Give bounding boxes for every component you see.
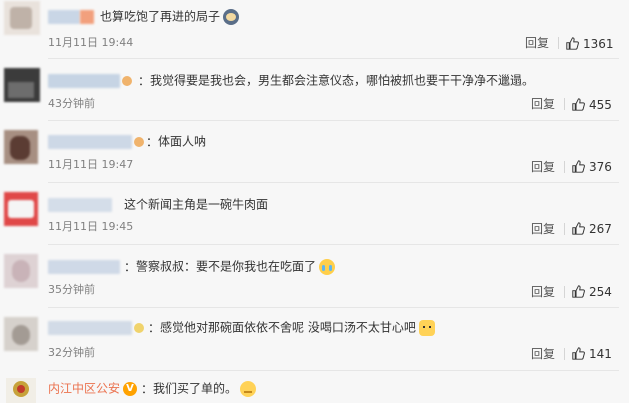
divider <box>48 244 619 245</box>
thumbs-up-icon <box>572 347 585 360</box>
username[interactable] <box>80 9 94 24</box>
cat-face-emoji <box>418 319 435 336</box>
comment-line: 也算吃饱了再进的局子 <box>48 8 240 25</box>
comment-text: 也算吃饱了再进的局子 <box>100 9 221 24</box>
like-count: 1361 <box>583 37 614 51</box>
divider <box>48 307 619 308</box>
badge-icon <box>134 136 144 147</box>
comment-time: 32分钟前 <box>48 346 95 359</box>
comment-text: 这个新闻主角是一碗牛肉面 <box>124 197 269 212</box>
comment-text: 警察叔叔：要不是你我也在吃面了 <box>136 259 317 274</box>
username[interactable] <box>48 197 112 212</box>
like-button[interactable]: 267 <box>572 222 612 236</box>
username[interactable]: 内江中区公安 <box>48 382 120 396</box>
comment-text: 感觉他对那碗面依依不舍呢 没喝口汤不太甘心吧 <box>160 320 416 335</box>
username[interactable] <box>48 259 120 274</box>
divider <box>48 58 619 59</box>
avatar[interactable] <box>4 192 38 226</box>
divider <box>564 348 565 360</box>
comment-text: 我们买了单的。 <box>153 381 238 396</box>
divider <box>48 370 619 371</box>
like-button[interactable]: 455 <box>572 98 612 112</box>
reply-button[interactable]: 回复 <box>525 36 549 50</box>
comment-time: 11月11日 19:45 <box>48 220 134 233</box>
badge-icon <box>134 322 144 333</box>
like-count: 376 <box>589 160 612 174</box>
thumbs-up-icon <box>572 285 585 298</box>
thumbs-up-icon <box>572 222 585 235</box>
avatar[interactable] <box>4 68 40 102</box>
username[interactable] <box>48 134 132 149</box>
smirk-face-emoji <box>240 380 257 397</box>
like-count: 141 <box>589 347 612 361</box>
like-count: 254 <box>589 285 612 299</box>
thumbs-up-icon <box>566 37 579 50</box>
comment-line: ：体面人呐 <box>48 133 206 150</box>
avatar[interactable] <box>6 378 36 403</box>
comment-line: 内江中区公安 V ：我们买了单的。 <box>48 380 257 397</box>
username[interactable] <box>48 320 132 335</box>
reply-button[interactable]: 回复 <box>531 222 555 236</box>
divider <box>48 182 619 183</box>
comment-line: 这个新闻主角是一碗牛肉面 <box>48 196 268 213</box>
divider <box>48 120 619 121</box>
thumbs-up-icon <box>572 160 585 173</box>
avatar[interactable] <box>4 317 38 351</box>
thumbs-up-icon <box>572 98 585 111</box>
crying-face-emoji <box>319 258 336 275</box>
like-button[interactable]: 254 <box>572 285 612 299</box>
verified-icon: V <box>123 381 138 396</box>
like-button[interactable]: 141 <box>572 347 612 361</box>
username[interactable] <box>48 9 80 24</box>
comment-time: 43分钟前 <box>48 97 95 110</box>
comment-time: 35分钟前 <box>48 283 95 296</box>
divider <box>564 223 565 235</box>
like-button[interactable]: 1361 <box>566 37 614 51</box>
comment-text: 我觉得要是我也会，男生都会注意仪态，哪怕被抓也要干干净净不邋遢。 <box>150 73 535 88</box>
reply-button[interactable]: 回复 <box>531 285 555 299</box>
divider <box>564 286 565 298</box>
divider <box>558 37 559 49</box>
like-count: 267 <box>589 222 612 236</box>
username[interactable] <box>48 73 120 88</box>
like-button[interactable]: 376 <box>572 160 612 174</box>
reply-button[interactable]: 回复 <box>531 160 555 174</box>
reply-button[interactable]: 回复 <box>531 97 555 111</box>
badge-icon <box>122 75 132 86</box>
avatar[interactable] <box>4 254 38 288</box>
divider <box>564 98 565 110</box>
divider <box>564 161 565 173</box>
avatar[interactable] <box>4 1 40 35</box>
comment-time: 11月11日 19:47 <box>48 158 134 171</box>
comment-time: 11月11日 19:44 <box>48 36 134 49</box>
comment-line: ：警察叔叔：要不是你我也在吃面了 <box>48 258 336 275</box>
avatar[interactable] <box>4 130 38 164</box>
reply-button[interactable]: 回复 <box>531 347 555 361</box>
like-count: 455 <box>589 98 612 112</box>
crying-face-emoji <box>223 8 240 25</box>
comment-line: ：感觉他对那碗面依依不舍呢 没喝口汤不太甘心吧 <box>48 319 435 336</box>
comment-text: 体面人呐 <box>158 134 207 149</box>
comment-line: ：我觉得要是我也会，男生都会注意仪态，哪怕被抓也要干干净净不邋遢。 <box>48 72 534 89</box>
